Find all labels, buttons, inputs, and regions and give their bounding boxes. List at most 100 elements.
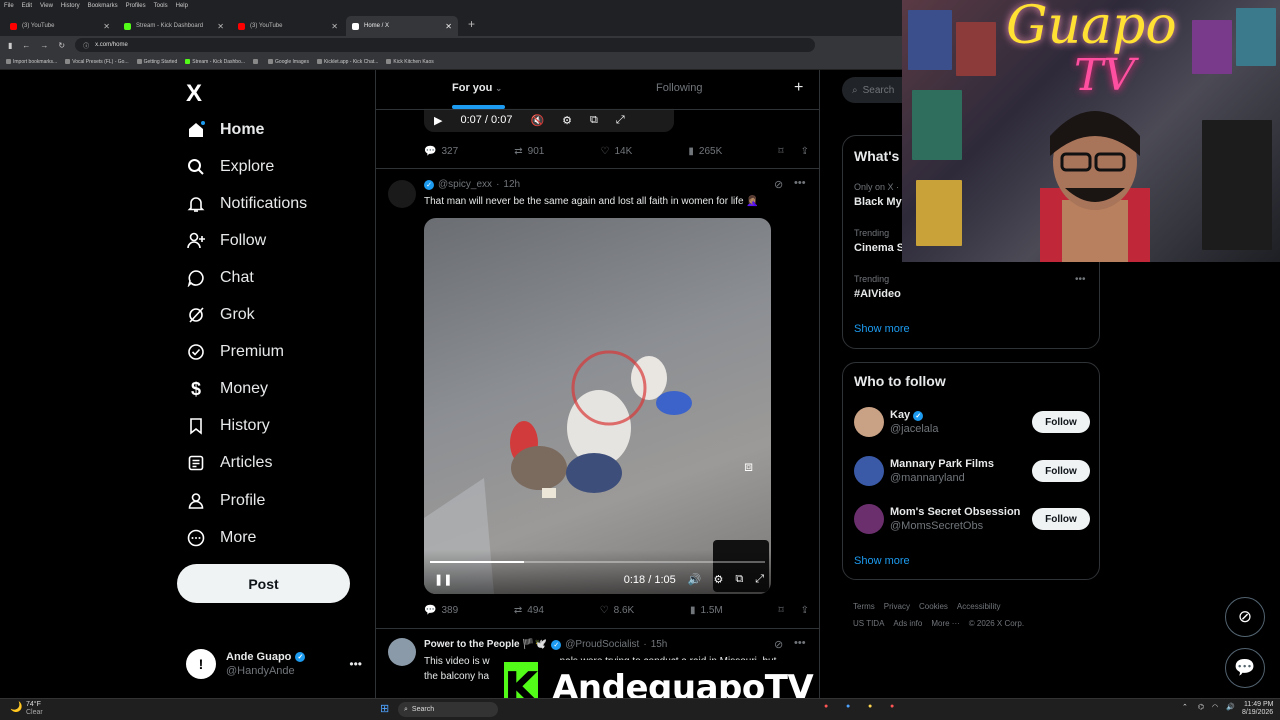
show-more-link[interactable]: Show more	[854, 323, 910, 335]
follow-button[interactable]: Follow	[1032, 508, 1090, 530]
nav-history[interactable]: History	[186, 416, 270, 436]
views-button[interactable]: ▮ 265K	[688, 146, 722, 157]
tweet-author[interactable]: Power to the People 🏴🕊️	[424, 639, 547, 650]
bookmark-item[interactable]: Google Images	[268, 59, 309, 65]
trend-item[interactable]: Only on X · Black My	[854, 182, 902, 208]
fullscreen-icon[interactable]: ⤢	[616, 114, 625, 127]
pip-icon[interactable]: ⧉	[735, 573, 743, 586]
menu-profiles[interactable]: Profiles	[126, 3, 146, 9]
nav-money[interactable]: $ Money	[186, 379, 268, 399]
bookmark-button[interactable]: ⌑ ⇪	[778, 146, 809, 157]
tab-for-you[interactable]: For you ⌄	[452, 82, 502, 94]
pip-icon[interactable]: ⧉	[590, 114, 598, 127]
app-icon[interactable]: ●	[824, 703, 828, 710]
picture-in-picture-icon[interactable]: ⧈	[744, 458, 753, 475]
grok-icon[interactable]: ⊘	[774, 638, 783, 651]
app-icon[interactable]: ●	[846, 703, 850, 710]
avatar[interactable]	[388, 638, 416, 666]
like-button[interactable]: ♡ 8.6K	[600, 605, 635, 616]
tweet-time[interactable]: 15h	[651, 639, 668, 650]
views-button[interactable]: ▮ 1.5M	[690, 605, 723, 616]
fullscreen-icon[interactable]: ⤢	[755, 573, 764, 586]
trend-item[interactable]: Trending #AIVideo	[854, 274, 901, 300]
bookmark-item[interactable]: Import bookmarks...	[6, 59, 57, 65]
url-field[interactable]: ⓘ x.com/home	[75, 38, 816, 52]
footer-link[interactable]: US TIDA	[853, 619, 884, 628]
browser-tab[interactable]: (3) YouTube ✕	[4, 16, 116, 36]
repost-button[interactable]: ⇄ 494	[514, 605, 544, 616]
close-icon[interactable]: ✕	[103, 22, 110, 31]
more-dots-icon[interactable]: •••	[794, 637, 806, 649]
menu-view[interactable]: View	[40, 3, 53, 9]
share-icon[interactable]: ⇪	[801, 146, 809, 157]
reload-icon[interactable]: ↻	[58, 41, 65, 50]
follow-button[interactable]: Follow	[1032, 460, 1090, 482]
volume-icon[interactable]: 🔊	[688, 573, 702, 586]
nav-chat[interactable]: Chat	[186, 268, 254, 288]
clock-time[interactable]: 11:49 PM	[1244, 701, 1273, 708]
bookmark-item[interactable]: Vocal Presets (FL) - Go...	[65, 59, 129, 65]
browser-tab[interactable]: Stream - Kick Dashboard ✕	[118, 16, 230, 36]
network-icon[interactable]: ⌬	[1198, 703, 1204, 711]
x-logo-icon[interactable]: X	[186, 80, 202, 108]
more-dots-icon[interactable]: •••	[794, 177, 806, 189]
tweet-handle[interactable]: @spicy_exx	[438, 179, 492, 190]
more-dots-icon[interactable]: •••	[1075, 274, 1086, 285]
reply-button[interactable]: 💬 389	[424, 605, 458, 616]
footer-link[interactable]: Terms	[853, 602, 875, 611]
footer-link[interactable]: Privacy	[884, 602, 910, 611]
settings-icon[interactable]: ⚙	[562, 114, 572, 127]
clock-date[interactable]: 8/19/2026	[1242, 709, 1273, 716]
close-icon[interactable]: ✕	[217, 22, 224, 31]
bookmark-item[interactable]	[253, 58, 260, 65]
volume-icon[interactable]: 🔊	[1226, 703, 1235, 711]
menu-edit[interactable]: Edit	[22, 3, 32, 9]
nav-notifications[interactable]: Notifications	[186, 194, 307, 214]
account-switcher[interactable]: ! Ande Guapo ✓ @HandyAnde •••	[186, 647, 362, 681]
settings-icon[interactable]: ⚙	[713, 573, 723, 586]
tray-chevron-icon[interactable]: ⌃	[1182, 703, 1188, 711]
trend-item[interactable]: Trending Cinema S	[854, 228, 904, 254]
bookmark-button[interactable]: ⌑ ⇪	[778, 605, 809, 616]
grok-fab-button[interactable]: ⊘	[1225, 597, 1265, 637]
nav-explore[interactable]: Explore	[186, 157, 274, 177]
tab-following[interactable]: Following	[656, 82, 702, 94]
menu-help[interactable]: Help	[176, 3, 188, 9]
nav-premium[interactable]: Premium	[186, 342, 284, 362]
footer-link[interactable]: Ads info	[893, 619, 922, 628]
video-player[interactable]: ⧈ ❚❚ 0:18 / 1:05 🔊 ⚙ ⧉ ⤢	[424, 218, 771, 594]
wifi-icon[interactable]: ◠	[1212, 703, 1218, 711]
menu-file[interactable]: File	[4, 3, 14, 9]
nav-articles[interactable]: Articles	[186, 453, 272, 473]
menu-tools[interactable]: Tools	[154, 3, 168, 9]
tweet-time[interactable]: 12h	[503, 179, 520, 190]
browser-tab-active[interactable]: Home / X ✕	[346, 16, 458, 36]
start-icon[interactable]: ⊞	[380, 702, 389, 715]
close-icon[interactable]: ✕	[331, 22, 338, 31]
bookmark-item[interactable]: Kick Kitchen Kaos	[386, 59, 434, 65]
nav-profile[interactable]: Profile	[186, 491, 265, 511]
nav-home[interactable]: Home	[186, 120, 264, 140]
forward-icon[interactable]: →	[40, 41, 48, 50]
weather-icon[interactable]: 🌙	[10, 702, 22, 713]
menu-bookmarks[interactable]: Bookmarks	[88, 3, 118, 9]
back-icon[interactable]: ←	[22, 41, 30, 50]
sidebar-toggle-icon[interactable]: ▮	[8, 41, 12, 50]
search-input[interactable]: ⌕ Search	[842, 77, 902, 103]
footer-link[interactable]: Cookies	[919, 602, 948, 611]
browser-tab[interactable]: (3) YouTube ✕	[232, 16, 344, 36]
new-tab-button[interactable]: +	[460, 17, 483, 31]
taskbar-search[interactable]: ⌕ Search	[398, 702, 498, 717]
footer-link[interactable]: More ···	[931, 619, 959, 628]
play-icon[interactable]: ▶	[434, 114, 442, 127]
show-more-link[interactable]: Show more	[854, 555, 910, 567]
grok-icon[interactable]: ⊘	[774, 178, 783, 191]
follow-suggestion[interactable]: Mannary Park Films @mannaryland Follow	[854, 453, 1090, 489]
site-info-icon[interactable]: ⓘ	[83, 41, 89, 50]
follow-suggestion[interactable]: Mom's Secret Obsession @MomsSecretObs Fo…	[854, 501, 1090, 537]
mute-icon[interactable]: 🔇	[530, 114, 544, 127]
bookmark-item[interactable]: Getting Started	[136, 59, 177, 65]
tweet-handle[interactable]: @ProudSocialist	[565, 639, 639, 650]
follow-button[interactable]: Follow	[1032, 411, 1090, 433]
footer-link[interactable]: Accessibility	[957, 602, 1001, 611]
